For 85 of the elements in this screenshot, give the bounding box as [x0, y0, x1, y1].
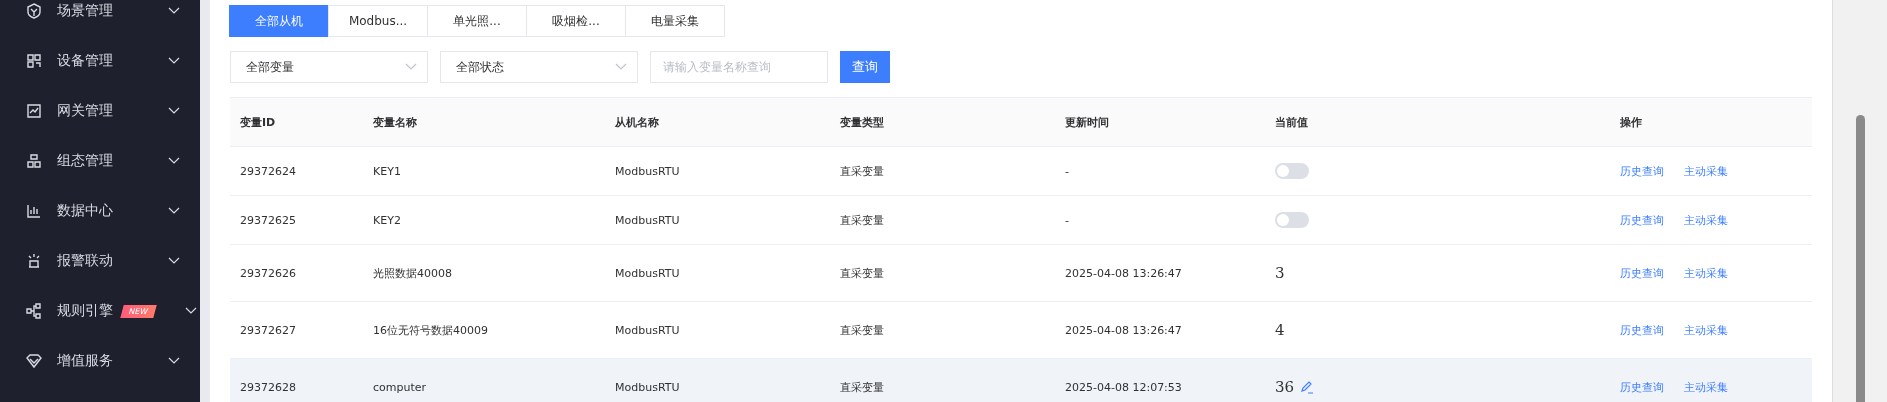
sidebar-item[interactable]: 组态管理 — [0, 136, 200, 186]
action-link[interactable]: 主动采集 — [1684, 265, 1728, 281]
chevron-down-icon — [168, 57, 180, 65]
action-link[interactable]: 历史查询 — [1620, 212, 1664, 228]
table-cell-text: KEY2 — [373, 213, 402, 227]
value-text: 4 — [1275, 321, 1285, 339]
filter-select[interactable]: 全部状态 — [440, 51, 638, 83]
chevron-down-icon — [168, 207, 180, 215]
filter-select[interactable]: 全部变量 — [230, 51, 428, 83]
table-cell-text: 直采变量 — [840, 163, 885, 179]
diamond-icon — [26, 353, 42, 369]
table-cell-text: 29372628 — [240, 380, 297, 394]
sidebar-item[interactable]: 规则引擎 NEW — [0, 286, 200, 336]
action-link[interactable]: 历史查询 — [1620, 163, 1664, 179]
toggle-switch[interactable] — [1275, 163, 1309, 179]
column-header: 当前值 — [1275, 114, 1309, 130]
sidebar-item[interactable]: 场景管理 — [0, 0, 200, 36]
table-cell-text: - — [1065, 213, 1070, 227]
scrollbar-thumb[interactable] — [1855, 115, 1865, 402]
search-button[interactable]: 查询 — [840, 51, 890, 83]
table-cell-text: 光照数据40008 — [373, 265, 453, 281]
action-link[interactable]: 历史查询 — [1620, 265, 1664, 281]
action-link[interactable]: 主动采集 — [1684, 212, 1728, 228]
new-badge: NEW — [120, 304, 157, 318]
table-cell-text: - — [1065, 164, 1070, 178]
tab[interactable]: 吸烟检... — [526, 5, 626, 37]
table-cell-text: 29372626 — [240, 266, 297, 280]
chevron-down-icon — [168, 157, 180, 165]
tab[interactable]: 电量采集 — [625, 5, 725, 37]
table-cell-text: 16位无符号数据40009 — [373, 322, 489, 338]
tab[interactable]: 单光照... — [427, 5, 527, 37]
table-cell-text: 直采变量 — [840, 379, 885, 395]
sidebar-item[interactable]: 增值服务 — [0, 336, 200, 386]
table-cell-text: 2025-04-08 12:07:53 — [1065, 380, 1183, 394]
action-link[interactable]: 主动采集 — [1684, 379, 1728, 395]
value-text: 36 — [1275, 378, 1295, 396]
shield-icon — [26, 3, 42, 19]
action-link[interactable]: 历史查询 — [1620, 322, 1664, 338]
table-cell-text: ModbusRTU — [615, 213, 681, 227]
table-cell-text: 直采变量 — [840, 212, 885, 228]
bar-chart-icon — [26, 203, 42, 219]
table-cell-text: 29372625 — [240, 213, 297, 227]
sidebar-item[interactable]: 数据中心 — [0, 186, 200, 236]
table-cell-text: 直采变量 — [840, 322, 885, 338]
search-field[interactable]: 请输入变量名称查询 — [650, 51, 828, 83]
hierarchy-icon — [26, 153, 42, 169]
tab[interactable]: 全部从机 — [229, 5, 329, 37]
table-cell-text: computer — [373, 380, 428, 394]
column-header: 变量ID — [240, 114, 277, 130]
chevron-down-icon — [184, 307, 197, 315]
chevron-down-icon — [168, 7, 180, 15]
chevron-down-icon — [168, 107, 180, 115]
sidebar-item[interactable]: 设备管理 — [0, 36, 200, 86]
column-header: 变量名称 — [373, 114, 418, 130]
column-header: 操作 — [1620, 114, 1643, 130]
table-cell-text: 29372624 — [240, 164, 297, 178]
action-link[interactable]: 主动采集 — [1684, 322, 1728, 338]
sidebar-item[interactable]: 网关管理 — [0, 86, 200, 136]
column-header: 变量类型 — [840, 114, 885, 130]
table-cell-text: 2025-04-08 13:26:47 — [1065, 266, 1183, 280]
table-cell-text: ModbusRTU — [615, 380, 681, 394]
tab[interactable]: Modbus... — [328, 5, 428, 37]
table-cell-text: ModbusRTU — [615, 323, 681, 337]
chevron-down-icon — [615, 63, 627, 71]
chevron-down-icon — [168, 257, 180, 265]
nodes-icon — [26, 303, 42, 319]
table-cell-text: 直采变量 — [840, 265, 885, 281]
alarm-icon — [26, 253, 42, 269]
value-text: 3 — [1275, 264, 1285, 282]
action-link[interactable]: 主动采集 — [1684, 163, 1728, 179]
action-link[interactable]: 历史查询 — [1620, 379, 1664, 395]
table-cell-text: KEY1 — [373, 164, 402, 178]
table-cell-text: 2025-04-08 13:26:47 — [1065, 323, 1183, 337]
pencil-icon[interactable] — [1300, 380, 1315, 394]
table-cell-text: ModbusRTU — [615, 164, 681, 178]
chevron-down-icon — [168, 357, 180, 365]
table-cell-text: ModbusRTU — [615, 266, 681, 280]
chevron-down-icon — [405, 63, 417, 71]
column-header: 从机名称 — [615, 114, 660, 130]
grid-icon — [26, 53, 42, 69]
sidebar-item[interactable]: 报警联动 — [0, 236, 200, 286]
toggle-switch[interactable] — [1275, 212, 1309, 228]
chart-icon — [26, 103, 42, 119]
table-cell-text: 29372627 — [240, 323, 297, 337]
column-header: 更新时间 — [1065, 114, 1110, 130]
